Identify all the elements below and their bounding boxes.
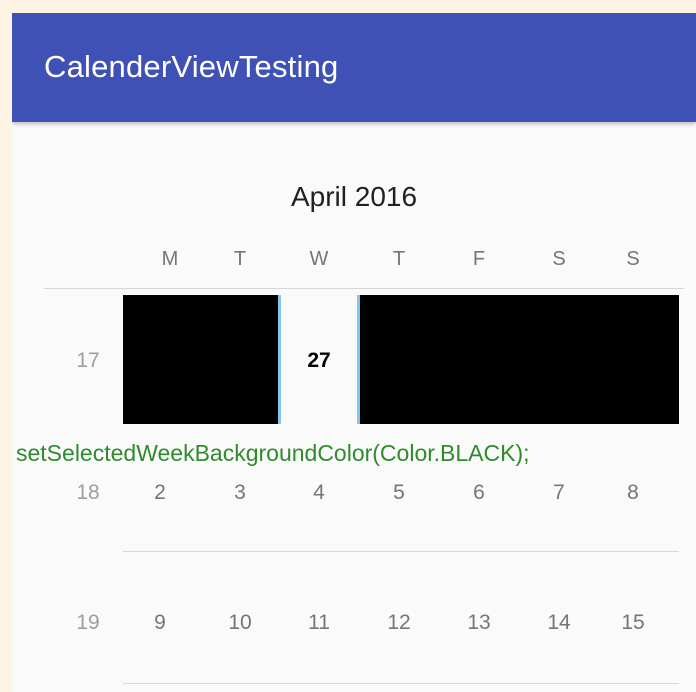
day-cell[interactable]: 10 [217,611,263,635]
weekday-header-tue: T [233,248,247,270]
day-cell[interactable]: 14 [536,611,582,635]
focused-day-label[interactable]: 27 [278,349,360,373]
day-cell[interactable]: 12 [376,611,422,635]
weekday-header-thu: T [392,248,406,270]
weekday-header-wed: W [309,248,329,270]
day-cell[interactable]: 9 [137,611,183,635]
day-cell[interactable]: 15 [610,611,656,635]
week-divider [123,551,679,552]
week-number: 17 [76,349,100,372]
code-annotation: setSelectedWeekBackgroundColor(Color.BLA… [16,440,530,466]
app-bar: CalenderViewTesting [12,13,696,122]
weekday-header-sun: S [626,248,640,270]
day-cell[interactable]: 7 [536,481,582,505]
selected-week-background-left [123,295,280,424]
day-cell[interactable]: 4 [296,481,342,505]
week-number: 19 [76,611,100,634]
week-number: 18 [76,481,100,504]
week-divider [123,683,679,684]
selected-week-background-right [359,295,679,424]
day-cell[interactable]: 3 [217,481,263,505]
weekday-header-mon: M [161,248,179,270]
weekday-header-fri: F [472,248,486,270]
day-cell[interactable]: 8 [610,481,656,505]
app-title: CalenderViewTesting [44,49,339,84]
month-title: April 2016 [290,181,418,212]
day-cell[interactable]: 5 [376,481,422,505]
day-cell[interactable]: 6 [456,481,502,505]
weekday-header-sat: S [552,248,566,270]
device-screen: CalenderViewTesting April 2016 M T W T F… [12,13,696,692]
day-cell[interactable]: 11 [296,611,342,635]
header-divider [44,288,684,289]
day-cell[interactable]: 13 [456,611,502,635]
day-cell[interactable]: 2 [137,481,183,505]
